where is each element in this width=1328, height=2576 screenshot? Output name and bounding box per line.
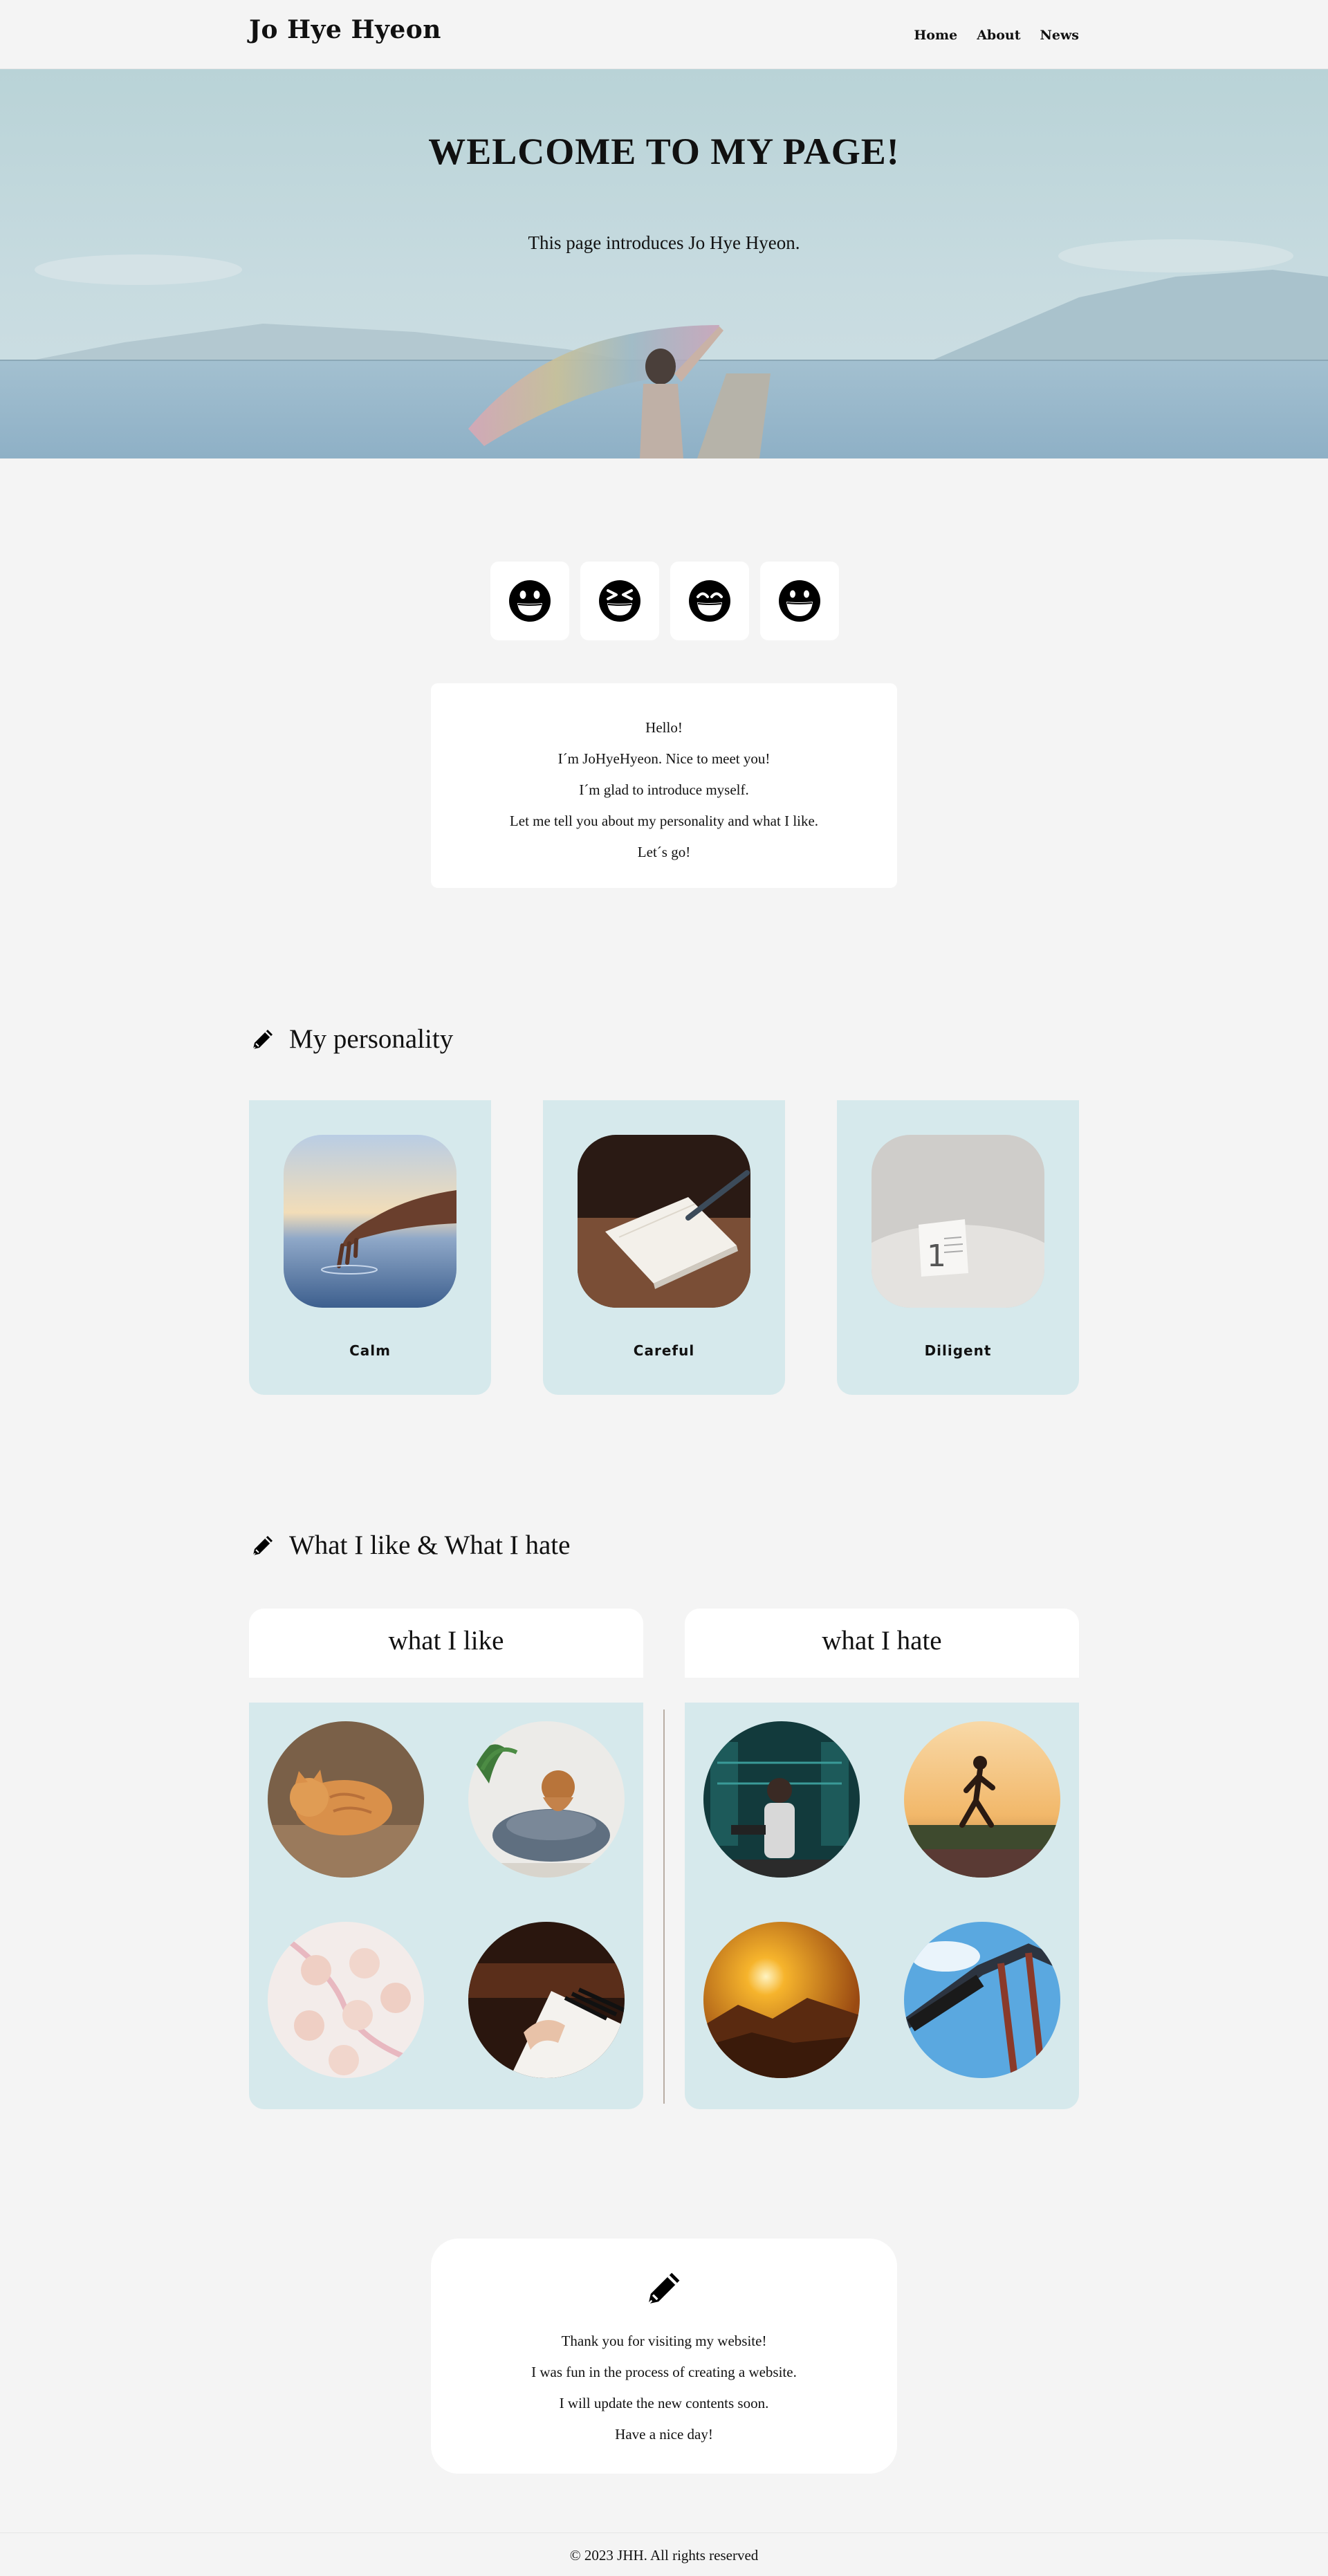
personality-heading: My personality — [249, 1023, 453, 1055]
notebook-and-pen-photo — [578, 1135, 750, 1308]
intro-line: Let me tell you about my personality and… — [509, 813, 819, 829]
hero-title: WELCOME TO MY PAGE! — [428, 131, 900, 172]
squinting-laugh-face-icon — [599, 580, 640, 622]
closing-line: I will update the new contents soon. — [559, 2395, 769, 2411]
desk-calendar-photo: 1 — [872, 1135, 1044, 1308]
copyright-text: © 2023 JHH. All rights reserved — [569, 2547, 759, 2564]
grinning-smile-face-icon — [779, 580, 820, 622]
intro-line: Hello! — [645, 719, 683, 736]
main-nav: Home About News — [914, 28, 1079, 43]
site-footer: © 2023 JHH. All rights reserved — [0, 2532, 1328, 2576]
intro-card: Hello! I´m JoHyeHyeon. Nice to meet you!… — [431, 683, 897, 888]
jogging-photo — [904, 1721, 1060, 1878]
roller-coaster-photo — [904, 1922, 1060, 2078]
like-title: what I like — [249, 1609, 643, 1678]
closing-line: Thank you for visiting my website! — [561, 2333, 767, 2349]
closing-line: Have a nice day! — [615, 2426, 713, 2443]
pencil-icon — [647, 2272, 680, 2305]
gym-workout-photo — [703, 1721, 860, 1878]
nav-home-link[interactable]: Home — [914, 28, 957, 43]
closing-card: Thank you for visiting my website! I was… — [431, 2239, 897, 2474]
personality-label: Calm — [349, 1342, 391, 1359]
personality-label: Diligent — [924, 1342, 992, 1359]
nav-about-link[interactable]: About — [977, 28, 1020, 43]
nav-news-link[interactable]: News — [1040, 28, 1079, 43]
closing-line: I was fun in the process of creating a w… — [531, 2364, 797, 2380]
personality-label: Careful — [633, 1342, 695, 1359]
emoji-tile — [580, 562, 659, 640]
intro-line: I´m JoHyeHyeon. Nice to meet you! — [557, 750, 771, 767]
orange-cat-photo — [268, 1721, 424, 1878]
pencil-icon — [252, 1535, 273, 1556]
hate-title: what I hate — [685, 1609, 1079, 1678]
site-logo[interactable]: Jo Hye Hyeon — [249, 15, 441, 44]
site-header: Jo Hye Hyeon Home About News — [0, 0, 1328, 69]
section-title: What I like & What I hate — [289, 1530, 571, 1560]
piano-photo — [468, 1922, 625, 2078]
hand-touching-water-photo — [284, 1135, 456, 1308]
section-title: My personality — [289, 1024, 454, 1054]
likes-heading: What I like & What I hate — [249, 1530, 570, 1561]
hate-panel — [685, 1703, 1079, 2109]
hero-banner: WELCOME TO MY PAGE! This page introduces… — [0, 69, 1328, 458]
sunrise-mountain-photo — [703, 1922, 860, 2078]
intro-line: Let´s go! — [637, 844, 691, 860]
macarons-photo — [268, 1922, 424, 2078]
panel-divider — [663, 1709, 665, 2104]
like-panel — [249, 1703, 643, 2109]
emoji-tile — [490, 562, 569, 640]
hero-subtitle: This page introduces Jo Hye Hyeon. — [528, 232, 800, 253]
intro-line: I´m glad to introduce myself. — [579, 781, 749, 798]
svg-text:1: 1 — [927, 1239, 946, 1274]
dog-on-bed-photo — [468, 1721, 625, 1878]
pencil-icon — [252, 1029, 273, 1050]
emoji-tile — [670, 562, 749, 640]
grinning-face-icon — [509, 580, 551, 622]
emoji-tile — [760, 562, 839, 640]
beaming-face-icon — [689, 580, 730, 622]
hero-background-photo — [0, 69, 1328, 458]
emoji-row — [490, 562, 839, 640]
